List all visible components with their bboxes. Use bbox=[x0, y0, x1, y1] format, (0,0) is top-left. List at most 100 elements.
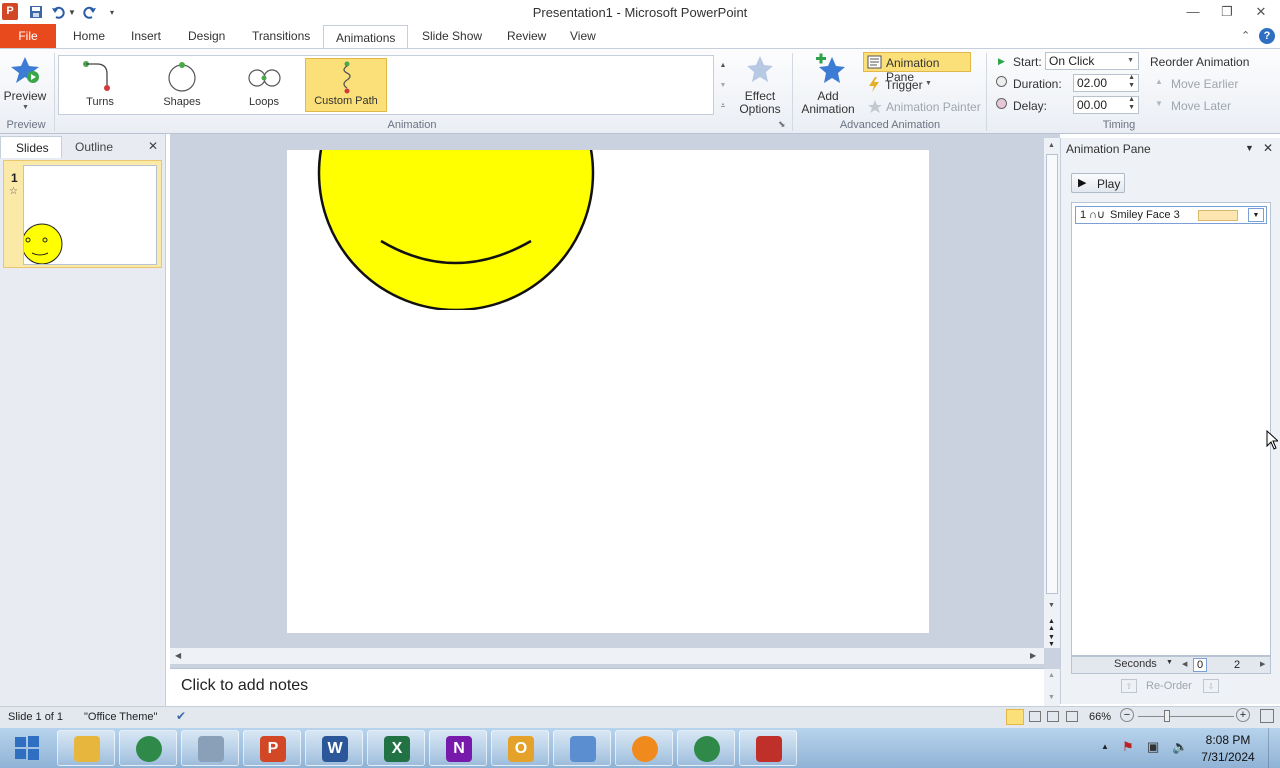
tab-outline[interactable]: Outline bbox=[62, 136, 128, 158]
tab-file[interactable]: File bbox=[0, 24, 56, 48]
taskbar-virtualbox[interactable] bbox=[181, 730, 239, 766]
network-icon[interactable]: ▣ bbox=[1147, 739, 1159, 755]
taskbar-chrome-2[interactable] bbox=[677, 730, 735, 766]
clock-time[interactable]: 8:08 PM bbox=[1196, 733, 1260, 747]
tab-slide-show[interactable]: Slide Show bbox=[410, 24, 494, 48]
animation-pane-button[interactable]: Animation Pane bbox=[863, 52, 971, 84]
taskbar-word[interactable]: W bbox=[305, 730, 363, 766]
zoom-in-icon[interactable]: + bbox=[1236, 708, 1250, 722]
taskbar-excel[interactable]: X bbox=[367, 730, 425, 766]
gallery-scroll-up[interactable]: ▲ bbox=[716, 56, 730, 76]
gallery-item-shapes[interactable]: Shapes bbox=[141, 58, 223, 112]
restore-button[interactable]: ❐ bbox=[1210, 2, 1244, 22]
duration-value: 02.00 bbox=[1077, 76, 1108, 90]
gallery-item-custom-path[interactable]: Custom Path bbox=[305, 58, 387, 112]
volume-icon[interactable]: 🔈 bbox=[1172, 739, 1188, 755]
pane-options-icon[interactable]: ▼ bbox=[1245, 143, 1254, 153]
seconds-dropdown[interactable]: Seconds ▼ bbox=[1114, 658, 1174, 672]
spin-arrows-icon[interactable]: ▲ ▼ bbox=[1128, 96, 1135, 112]
zoom-slider[interactable] bbox=[1138, 716, 1234, 717]
clock-date[interactable]: 7/31/2024 bbox=[1196, 750, 1260, 764]
duration-spinner[interactable]: 02.00 ▲ ▼ bbox=[1073, 74, 1139, 92]
play-button[interactable]: ▶ Play bbox=[1071, 173, 1125, 193]
gallery-item-loops[interactable]: Loops bbox=[223, 58, 305, 112]
vertical-scrollbar[interactable]: ▲ ▼ ▲ ▲ ▼ ▼ bbox=[1044, 138, 1060, 648]
help-icon[interactable]: ? bbox=[1259, 28, 1275, 44]
gallery-item-turns[interactable]: Turns bbox=[59, 58, 141, 112]
scroll-left-icon[interactable]: ◀ bbox=[175, 651, 181, 660]
minimize-button[interactable]: — bbox=[1176, 2, 1210, 22]
preview-group-label: Preview bbox=[6, 119, 46, 131]
notes-pane[interactable]: Click to add notes ▲ ▼ bbox=[170, 668, 1060, 707]
preview-button[interactable]: Preview ▼ bbox=[2, 53, 48, 115]
timeline-left-icon[interactable]: ◀ bbox=[1182, 660, 1187, 668]
slide-counter: Slide 1 of 1 bbox=[8, 711, 64, 723]
scroll-down-icon[interactable]: ▼ bbox=[1048, 694, 1055, 701]
trigger-button[interactable]: Trigger ▼ bbox=[866, 75, 946, 95]
tab-insert[interactable]: Insert bbox=[119, 24, 173, 48]
taskbar-chrome[interactable] bbox=[119, 730, 177, 766]
item-dropdown-button[interactable]: ▼ bbox=[1248, 208, 1264, 222]
show-desktop-button[interactable] bbox=[1268, 728, 1280, 768]
scroll-up-icon[interactable]: ▲ bbox=[1048, 142, 1055, 149]
tab-review[interactable]: Review bbox=[495, 24, 558, 48]
tab-view[interactable]: View bbox=[558, 24, 608, 48]
slide-thumbnail[interactable] bbox=[23, 165, 157, 265]
tab-transitions[interactable]: Transitions bbox=[240, 24, 322, 48]
scroll-thumb[interactable] bbox=[1046, 154, 1058, 594]
slide-thumbnail-row[interactable]: 1 ☆ bbox=[3, 160, 162, 268]
taskbar-vlc[interactable] bbox=[615, 730, 673, 766]
slide-sorter-icon[interactable] bbox=[1029, 711, 1041, 722]
reading-view-icon[interactable] bbox=[1047, 711, 1059, 722]
monitor-icon bbox=[570, 736, 596, 762]
fit-to-window-icon[interactable] bbox=[1260, 709, 1274, 723]
start-button[interactable] bbox=[10, 734, 44, 762]
theme-name[interactable]: "Office Theme" bbox=[84, 711, 157, 723]
close-button[interactable]: ✕ bbox=[1244, 2, 1278, 22]
taskbar-remote-desktop[interactable] bbox=[553, 730, 611, 766]
timeline-right-icon[interactable]: ▶ bbox=[1260, 660, 1265, 668]
close-panel-icon[interactable]: ✕ bbox=[148, 139, 158, 153]
spellcheck-icon[interactable]: ✔ bbox=[176, 709, 186, 723]
zoom-out-icon[interactable]: − bbox=[1120, 708, 1134, 722]
show-hidden-icons[interactable]: ▲ bbox=[1101, 742, 1109, 751]
normal-view-icon[interactable] bbox=[1006, 709, 1024, 725]
gallery-scroll-down[interactable]: ▼ bbox=[716, 76, 730, 96]
taskbar-outlook[interactable]: O bbox=[491, 730, 549, 766]
next-slide-icon[interactable]: ▼ ▼ bbox=[1048, 634, 1055, 648]
dialog-launcher-icon[interactable]: ⬊ bbox=[778, 119, 786, 130]
tab-animations[interactable]: Animations bbox=[323, 25, 409, 49]
minimize-ribbon-icon[interactable]: ⌃ bbox=[1241, 29, 1250, 42]
taskbar-explorer[interactable] bbox=[57, 730, 115, 766]
tab-home[interactable]: Home bbox=[61, 24, 117, 48]
group-separator bbox=[54, 53, 55, 131]
scroll-right-icon[interactable]: ▶ bbox=[1030, 651, 1036, 660]
tab-design[interactable]: Design bbox=[176, 24, 237, 48]
horizontal-scrollbar[interactable]: ◀ ▶ bbox=[170, 648, 1044, 664]
pane-close-icon[interactable]: ✕ bbox=[1263, 141, 1273, 155]
gallery-more-button[interactable]: ⩡ bbox=[716, 96, 730, 116]
scroll-up-icon[interactable]: ▲ bbox=[1048, 672, 1055, 679]
smiley-face-shape[interactable] bbox=[317, 150, 597, 310]
start-dropdown[interactable]: On Click ▼ bbox=[1045, 52, 1139, 70]
slideshow-view-icon[interactable] bbox=[1066, 711, 1078, 722]
zoom-level[interactable]: 66% bbox=[1089, 711, 1111, 723]
scroll-down-icon[interactable]: ▼ bbox=[1048, 602, 1055, 609]
slides-panel: Slides Outline ✕ 1 ☆ bbox=[0, 134, 166, 706]
taskbar-toolbox[interactable] bbox=[739, 730, 797, 766]
zoom-slider-thumb[interactable] bbox=[1164, 710, 1170, 722]
prev-slide-icon[interactable]: ▲ ▲ bbox=[1048, 618, 1055, 632]
add-animation-button[interactable]: Add Animation bbox=[796, 53, 860, 116]
tab-slides[interactable]: Slides bbox=[0, 136, 62, 158]
lightning-icon bbox=[869, 77, 879, 92]
action-center-icon[interactable]: ⚑ bbox=[1122, 739, 1134, 755]
animation-list-item[interactable]: 1 ∩∪ Smiley Face 3 ▼ bbox=[1075, 206, 1267, 224]
delay-spinner[interactable]: 00.00 ▲ ▼ bbox=[1073, 96, 1139, 114]
effect-options-button[interactable]: Effect Options bbox=[734, 53, 786, 116]
taskbar-onenote[interactable]: N bbox=[429, 730, 487, 766]
slide-canvas[interactable] bbox=[287, 150, 929, 633]
move-later-label: Move Later bbox=[1171, 99, 1232, 113]
taskbar-powerpoint[interactable]: P bbox=[243, 730, 301, 766]
notes-scrollbar[interactable]: ▲ ▼ bbox=[1044, 669, 1060, 707]
spin-arrows-icon[interactable]: ▲ ▼ bbox=[1128, 74, 1135, 90]
